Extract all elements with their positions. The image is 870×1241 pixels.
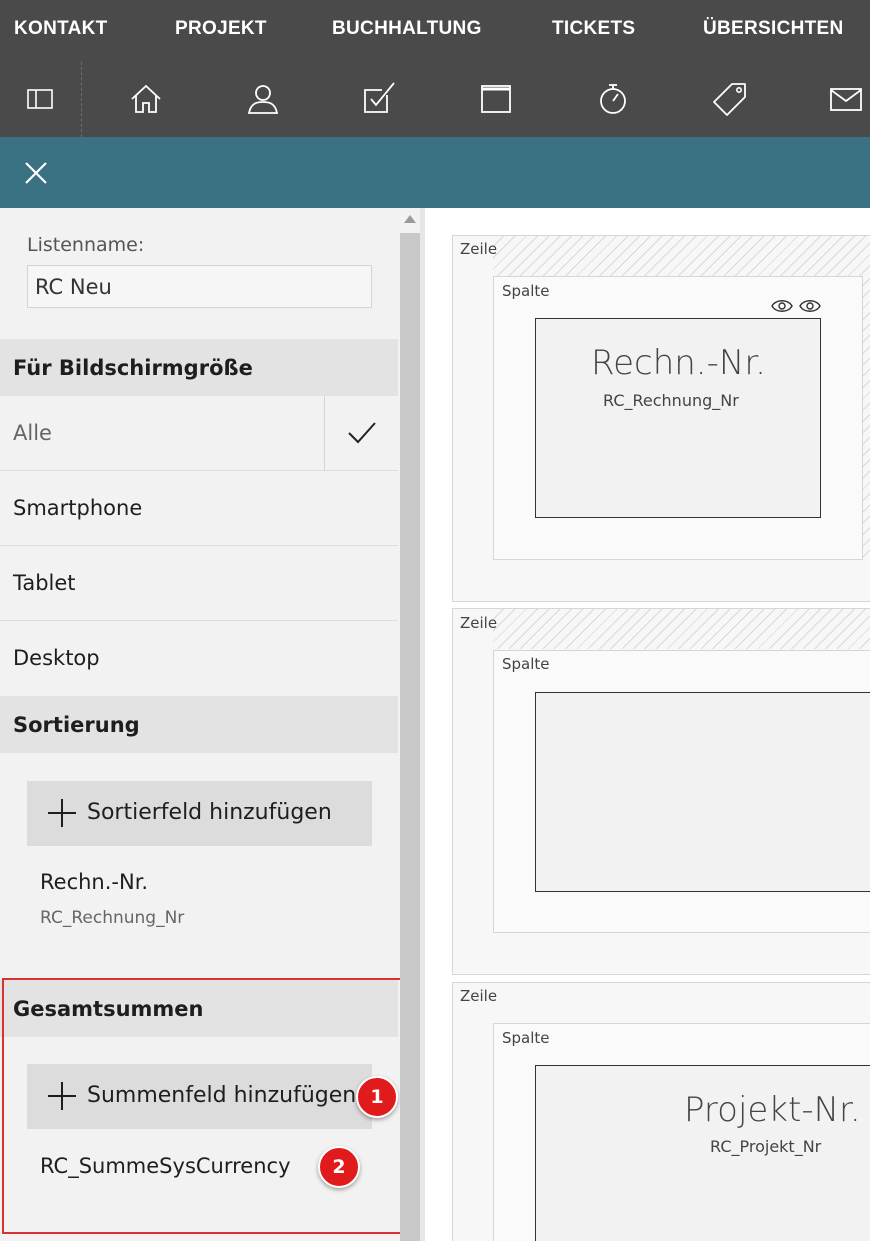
screen-option-smartphone[interactable]: Smartphone <box>0 471 398 546</box>
panel-header-bar <box>0 137 870 208</box>
eye-icon[interactable] <box>799 298 821 314</box>
window-icon[interactable] <box>476 79 516 119</box>
eye-icon[interactable] <box>771 298 793 314</box>
toolbar-divider <box>81 62 82 137</box>
task-check-icon[interactable] <box>360 79 400 119</box>
panel-scrollbar-thumb[interactable] <box>400 233 420 1241</box>
screen-option-alle-check[interactable] <box>324 396 398 471</box>
top-menu-bar: KONTAKT PROJEKT BUCHHALTUNG TICKETS ÜBER… <box>0 0 870 62</box>
menu-tickets[interactable]: TICKETS <box>552 18 635 40</box>
screen-option-tablet[interactable]: Tablet <box>0 546 398 621</box>
row-label: Zeile <box>460 987 498 1005</box>
sort-section-heading: Sortierung <box>0 696 398 753</box>
listname-field[interactable]: RC Neu <box>27 265 372 308</box>
annotation-badge-1: 1 <box>356 1076 398 1118</box>
screen-size-section-heading: Für Bildschirmgröße <box>0 339 398 396</box>
row-hatch-area <box>493 609 870 649</box>
column-label: Spalte <box>502 655 550 673</box>
menu-buchhaltung[interactable]: BUCHHALTUNG <box>332 18 482 40</box>
plus-icon <box>48 799 76 827</box>
row-label: Zeile <box>460 614 498 632</box>
checkmark-icon <box>348 422 376 444</box>
listname-label: Listenname: <box>27 234 145 256</box>
menu-kontakt[interactable]: KONTAKT <box>14 18 108 40</box>
home-icon[interactable] <box>126 79 166 119</box>
field-card-subtitle: RC_Rechnung_Nr <box>603 391 739 410</box>
column-label: Spalte <box>502 1029 550 1047</box>
field-card-title: Projekt-Nr. <box>684 1090 861 1130</box>
icon-toolbar <box>0 62 870 137</box>
field-card-title: Rechn.-Nr. <box>591 343 766 383</box>
scroll-up-arrow-icon[interactable] <box>404 215 416 223</box>
tag-icon[interactable] <box>710 79 750 119</box>
add-sort-field-label: Sortierfeld hinzufügen <box>87 800 332 825</box>
row-label: Zeile <box>460 240 498 258</box>
close-icon[interactable] <box>22 159 50 187</box>
column-label: Spalte <box>502 282 550 300</box>
timer-icon[interactable] <box>593 79 633 119</box>
field-card[interactable] <box>535 692 870 892</box>
menu-uebersichten[interactable]: ÜBERSICHTEN <box>703 18 844 40</box>
annotation-badge-2: 2 <box>318 1146 360 1188</box>
sort-field-title[interactable]: Rechn.-Nr. <box>40 870 148 894</box>
totals-highlight-frame <box>2 978 402 1234</box>
row-hatch-area <box>493 236 870 276</box>
field-card-subtitle: RC_Projekt_Nr <box>710 1137 822 1156</box>
mail-icon[interactable] <box>826 79 866 119</box>
sidebar-toggle-icon[interactable] <box>20 79 60 119</box>
screen-option-desktop[interactable]: Desktop <box>0 621 398 696</box>
sort-field-name: RC_Rechnung_Nr <box>40 908 185 928</box>
user-icon[interactable] <box>243 79 283 119</box>
menu-projekt[interactable]: PROJEKT <box>175 18 267 40</box>
add-sort-field-button[interactable]: Sortierfeld hinzufügen <box>27 781 372 846</box>
row-hatch-area <box>862 276 870 560</box>
